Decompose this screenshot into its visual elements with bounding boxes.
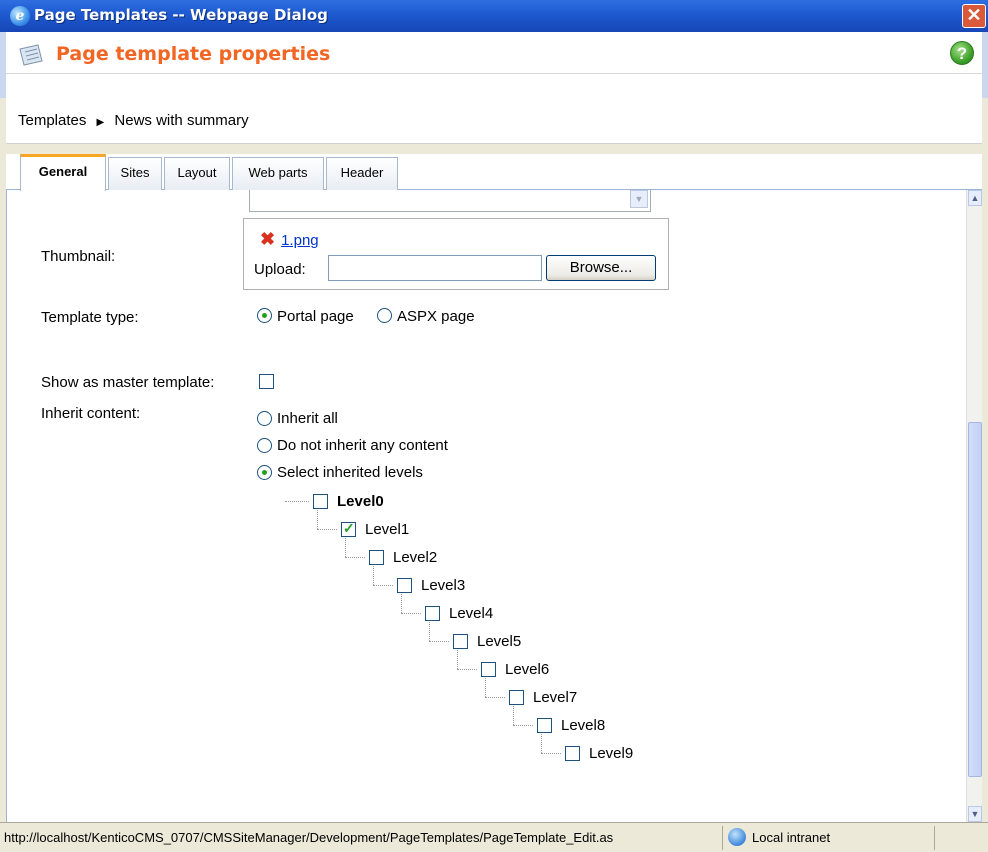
tree-connector: [513, 706, 514, 725]
tree-connector: [345, 557, 365, 558]
level-label: Level6: [505, 661, 550, 678]
partial-select-field[interactable]: ▼: [249, 190, 651, 212]
radio-inherit-all[interactable]: [257, 411, 272, 426]
browse-button[interactable]: Browse...: [546, 255, 656, 281]
window-title: Page Templates -- Webpage Dialog: [34, 6, 328, 24]
document-icon: [19, 44, 43, 66]
upload-label: Upload:: [254, 261, 306, 278]
tree-connector: [485, 697, 505, 698]
radio-select-levels[interactable]: [257, 465, 272, 480]
level-checkbox[interactable]: [453, 634, 468, 649]
level-label: Level5: [477, 633, 522, 650]
tree-connector: [401, 594, 402, 613]
master-template-checkbox[interactable]: [259, 374, 274, 389]
breadcrumb-separator-icon: ▶: [96, 117, 105, 128]
level-checkbox[interactable]: [481, 662, 496, 677]
scroll-up-icon[interactable]: ▲: [968, 190, 982, 206]
tree-connector: [317, 510, 318, 529]
status-url: http://localhost/KenticoCMS_0707/CMSSite…: [4, 830, 614, 845]
tree-connector: [345, 538, 346, 557]
portal-page-label: Portal page: [277, 308, 354, 325]
tree-connector: [317, 529, 337, 530]
scroll-down-icon[interactable]: ▼: [968, 806, 982, 822]
breadcrumb: Templates ▶ News with summary: [6, 98, 982, 144]
ie-icon: e: [10, 6, 30, 26]
status-zone: Local intranet: [752, 830, 831, 845]
status-divider: [934, 826, 935, 850]
level-checkbox[interactable]: [509, 690, 524, 705]
level-label: Level9: [589, 745, 634, 762]
radio-aspx-page[interactable]: [377, 308, 392, 323]
inherit-content-label: Inherit content:: [41, 405, 141, 422]
window-title-bar: e Page Templates -- Webpage Dialog ✕: [0, 0, 988, 32]
level-checkbox[interactable]: [425, 606, 440, 621]
thumbnail-box: ✖ 1.png Upload: Browse...: [243, 218, 669, 290]
thumbnail-label: Thumbnail:: [41, 248, 116, 265]
breadcrumb-templates-link[interactable]: Templates: [18, 98, 86, 144]
level-label: Level7: [533, 689, 578, 706]
delete-icon[interactable]: ✖: [260, 229, 275, 249]
level-label: Level4: [449, 605, 494, 622]
tree-connector: [429, 641, 449, 642]
general-tab-content: ▼ Thumbnail: ✖ 1.png Upload: Browse... Te…: [6, 190, 972, 822]
thumbnail-file-link[interactable]: 1.png: [281, 232, 319, 249]
page-title: Page template properties: [56, 43, 331, 65]
tree-connector: [429, 622, 430, 641]
tab-sites[interactable]: Sites: [108, 157, 162, 190]
tree-connector: [541, 734, 542, 753]
level-checkbox[interactable]: [537, 718, 552, 733]
tab-bar: General Sites Layout Web parts Header: [6, 154, 982, 191]
level-label: Level1: [365, 521, 410, 538]
status-bar: http://localhost/KenticoCMS_0707/CMSSite…: [0, 822, 988, 852]
upload-input[interactable]: [328, 255, 542, 281]
tab-layout[interactable]: Layout: [164, 157, 230, 190]
aspx-page-label: ASPX page: [397, 308, 475, 325]
thumbnail-file: ✖ 1.png: [260, 229, 319, 250]
tree-connector: [373, 566, 374, 585]
inherit-all-label: Inherit all: [277, 410, 338, 427]
close-button[interactable]: ✕: [962, 4, 986, 28]
level-label: Level0: [337, 493, 384, 510]
status-divider: [722, 826, 723, 850]
radio-portal-page[interactable]: [257, 308, 272, 323]
level-checkbox[interactable]: [369, 550, 384, 565]
tree-connector: [285, 501, 309, 502]
tree-connector: [457, 650, 458, 669]
level-label: Level2: [393, 549, 438, 566]
tree-connector: [485, 678, 486, 697]
level-checkbox[interactable]: [397, 578, 412, 593]
tree-connector: [373, 585, 393, 586]
chevron-down-icon[interactable]: ▼: [630, 190, 648, 208]
select-levels-label: Select inherited levels: [277, 464, 423, 481]
level-checkbox[interactable]: [313, 494, 328, 509]
dialog-header: Page template properties ?: [0, 32, 988, 98]
globe-icon: [728, 828, 746, 846]
tab-web-parts[interactable]: Web parts: [232, 157, 324, 190]
tab-header[interactable]: Header: [326, 157, 398, 190]
template-type-label: Template type:: [41, 309, 139, 326]
level-checkbox[interactable]: [341, 520, 356, 537]
level-label: Level3: [421, 577, 466, 594]
tree-connector: [541, 753, 561, 754]
level-label: Level8: [561, 717, 606, 734]
tree-connector: [401, 613, 421, 614]
no-inherit-label: Do not inherit any content: [277, 437, 448, 454]
breadcrumb-current: News with summary: [114, 112, 249, 129]
header-main: Page template properties ?: [6, 32, 982, 74]
master-template-label: Show as master template:: [41, 374, 215, 391]
tree-connector: [457, 669, 477, 670]
tree-connector: [513, 725, 533, 726]
content-scrollbar[interactable]: ▲ ▼: [966, 190, 982, 822]
tab-general[interactable]: General: [20, 154, 106, 191]
scrollbar-thumb[interactable]: [968, 422, 982, 777]
radio-no-inherit[interactable]: [257, 438, 272, 453]
help-icon[interactable]: ?: [950, 41, 974, 65]
level-checkbox[interactable]: [565, 746, 580, 761]
